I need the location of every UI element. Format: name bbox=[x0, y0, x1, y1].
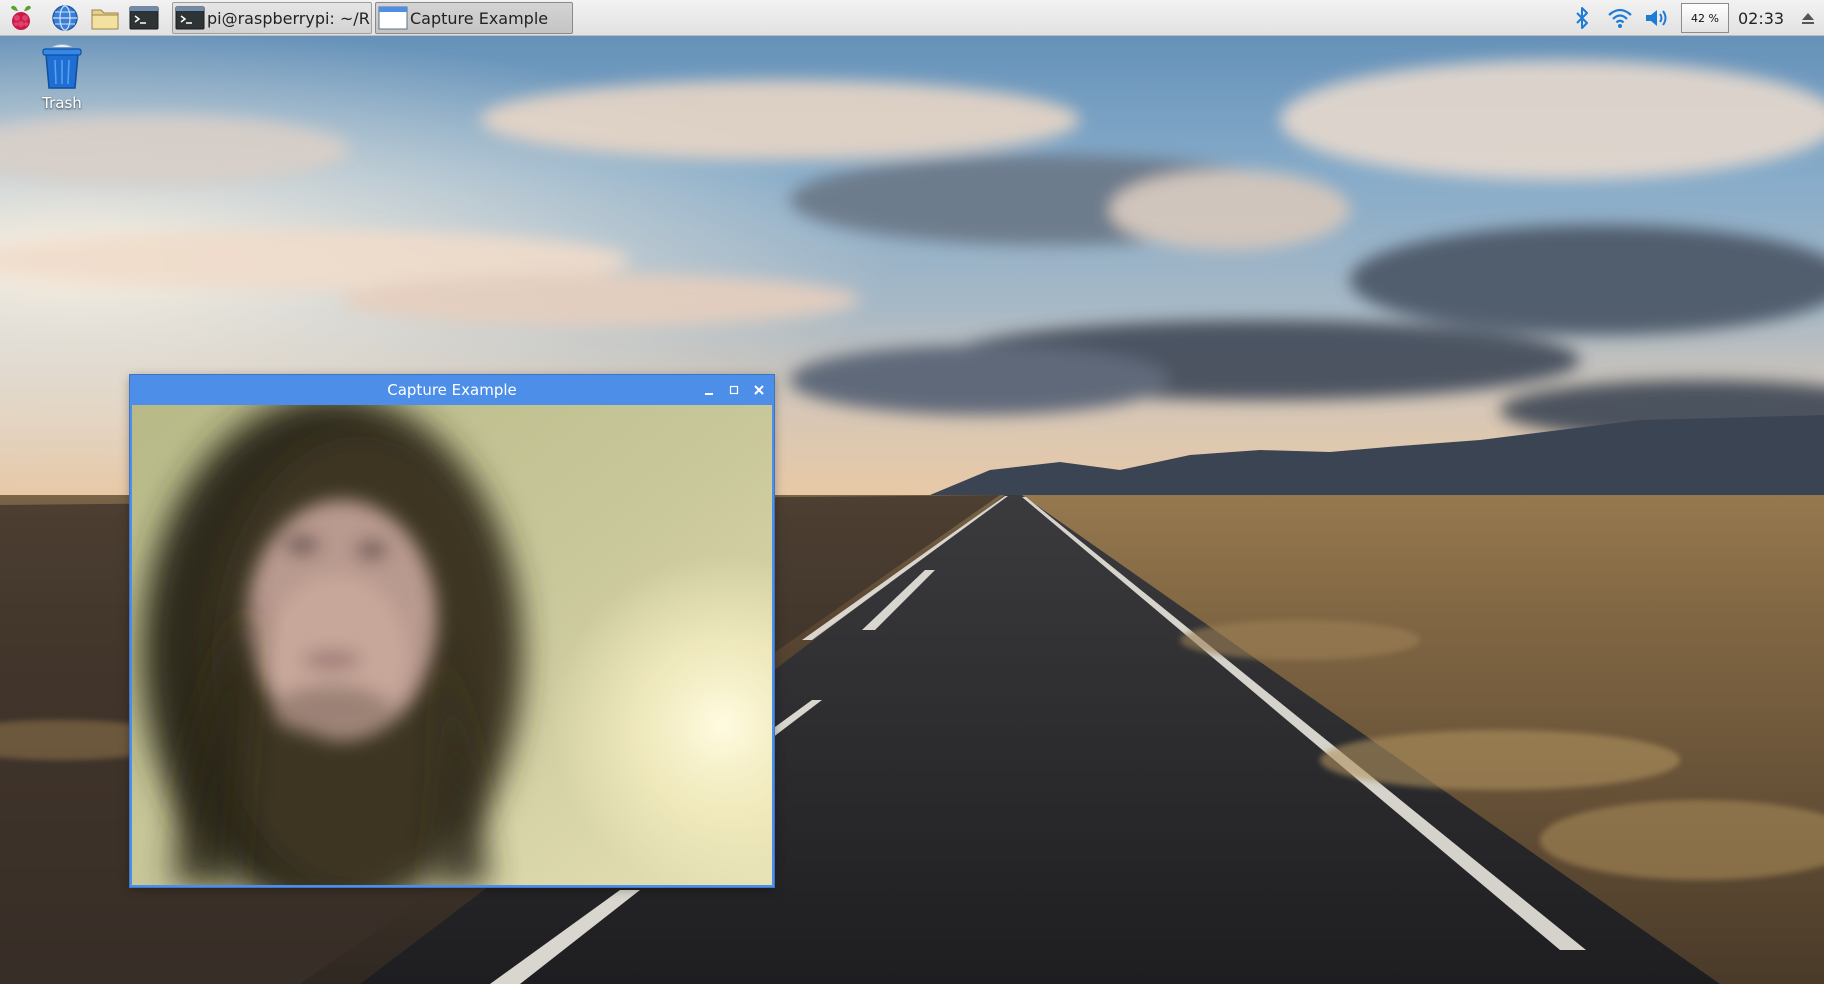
raspberry-pi-logo-icon[interactable] bbox=[6, 3, 36, 33]
minimize-button[interactable] bbox=[700, 381, 718, 399]
maximize-icon bbox=[729, 385, 739, 395]
close-icon bbox=[754, 385, 764, 395]
task-label: pi@raspberrypi: ~/R... bbox=[207, 8, 371, 28]
eject-icon[interactable] bbox=[1794, 4, 1822, 32]
desktop-icon-trash[interactable]: Trash bbox=[26, 44, 98, 112]
globe-icon[interactable] bbox=[50, 3, 80, 33]
clock-time: 02:33 bbox=[1738, 8, 1785, 28]
window-title: Capture Example bbox=[387, 381, 517, 399]
volume-icon[interactable] bbox=[1643, 4, 1671, 32]
taskbar: pi@raspberrypi: ~/R... Capture Example 4… bbox=[0, 0, 1824, 36]
trash-icon bbox=[42, 44, 82, 89]
minimize-icon bbox=[705, 393, 713, 395]
desktop: pi@raspberrypi: ~/R... Capture Example 4… bbox=[0, 0, 1824, 984]
terminal-icon bbox=[175, 6, 205, 30]
close-button[interactable] bbox=[750, 381, 768, 399]
window-icon bbox=[378, 6, 408, 30]
webcam-feed bbox=[132, 405, 772, 885]
cpu-usage-monitor[interactable]: 42 % bbox=[1681, 3, 1729, 33]
folder-icon[interactable] bbox=[90, 3, 120, 33]
clock[interactable]: 02:33 bbox=[1738, 0, 1784, 36]
capture-example-window[interactable]: Capture Example bbox=[130, 375, 774, 887]
maximize-button[interactable] bbox=[725, 381, 743, 399]
taskbar-task-terminal[interactable]: pi@raspberrypi: ~/R... bbox=[172, 2, 372, 34]
taskbar-task-capture-example[interactable]: Capture Example bbox=[375, 2, 573, 34]
terminal-icon[interactable] bbox=[129, 3, 159, 33]
wifi-icon[interactable] bbox=[1606, 4, 1634, 32]
cpu-usage-value: 42 % bbox=[1691, 11, 1719, 25]
window-titlebar[interactable]: Capture Example bbox=[130, 375, 774, 405]
desktop-icon-label: Trash bbox=[42, 94, 82, 112]
task-label: Capture Example bbox=[410, 8, 549, 28]
bluetooth-icon[interactable] bbox=[1568, 4, 1596, 32]
